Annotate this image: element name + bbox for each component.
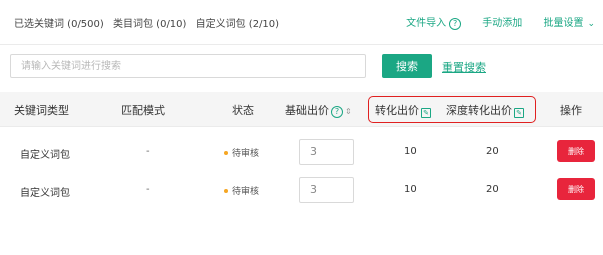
header-match-mode: 匹配模式 bbox=[121, 104, 165, 117]
chevron-down-icon: ⌄ bbox=[587, 19, 595, 29]
base-bid-value: 3 bbox=[310, 183, 317, 196]
base-bid-value: 3 bbox=[310, 145, 317, 158]
base-bid-input[interactable]: 3 bbox=[299, 139, 354, 165]
cell-deep-conversion-bid: 20 bbox=[486, 146, 499, 157]
toolbar: 已选关键词 (0/500) 类目词包 (0/10) 自定义词包 (2/10) 文… bbox=[0, 0, 603, 45]
cell-keyword-type: 自定义词包 bbox=[20, 188, 70, 199]
delete-button[interactable]: 删除 bbox=[557, 140, 595, 162]
header-operation: 操作 bbox=[560, 104, 582, 117]
table-row: 自定义词包 - 待审核 3 10 20 删除 bbox=[0, 172, 603, 212]
header-base-bid-label: 基础出价 bbox=[285, 104, 329, 117]
file-import-label: 文件导入 bbox=[406, 18, 447, 29]
cell-conversion-bid: 10 bbox=[404, 184, 417, 195]
status-label: 待审核 bbox=[232, 149, 260, 159]
cell-status: 待审核 bbox=[224, 184, 259, 197]
custom-words-count: 自定义词包 (2/10) bbox=[195, 19, 280, 30]
search-input[interactable] bbox=[10, 54, 366, 78]
cell-conversion-bid: 10 bbox=[404, 146, 417, 157]
reset-search-link[interactable]: 重置搜索 bbox=[442, 59, 486, 75]
help-icon[interactable]: ? bbox=[449, 18, 462, 30]
header-status: 状态 bbox=[232, 104, 254, 117]
table-row: 自定义词包 - 待审核 3 10 20 删除 bbox=[0, 134, 603, 174]
search-button[interactable]: 搜索 bbox=[382, 54, 432, 78]
status-label: 待审核 bbox=[232, 187, 260, 197]
cell-keyword-type: 自定义词包 bbox=[20, 150, 70, 161]
cell-deep-conversion-bid: 20 bbox=[486, 184, 499, 195]
file-import-button[interactable]: 文件导入? bbox=[406, 14, 462, 30]
header-keyword-type: 关键词类型 bbox=[14, 104, 69, 117]
batch-settings-dropdown[interactable]: 批量设置 ⌄ bbox=[543, 14, 595, 29]
sort-icon[interactable]: ⇕ bbox=[345, 107, 352, 116]
highlight-annotation-box bbox=[368, 96, 536, 123]
selected-keywords-count: 已选关键词 (0/500) bbox=[14, 19, 104, 30]
cell-match-mode: - bbox=[146, 146, 150, 157]
category-words-count: 类目词包 (0/10) bbox=[113, 19, 187, 30]
help-icon[interactable]: ? bbox=[331, 106, 343, 118]
selection-stats: 已选关键词 (0/500) 类目词包 (0/10) 自定义词包 (2/10) bbox=[14, 15, 285, 30]
pending-dot-icon bbox=[224, 189, 228, 193]
base-bid-input[interactable]: 3 bbox=[299, 177, 354, 203]
cell-status: 待审核 bbox=[224, 146, 259, 159]
pending-dot-icon bbox=[224, 151, 228, 155]
delete-button[interactable]: 删除 bbox=[557, 178, 595, 200]
batch-settings-label: 批量设置 bbox=[543, 18, 584, 29]
header-base-bid: 基础出价? ⇕ bbox=[285, 102, 352, 118]
cell-match-mode: - bbox=[146, 184, 150, 195]
manual-add-button[interactable]: 手动添加 bbox=[482, 14, 522, 29]
toolbar-actions: 文件导入? 手动添加 批量设置 ⌄ bbox=[388, 14, 595, 30]
